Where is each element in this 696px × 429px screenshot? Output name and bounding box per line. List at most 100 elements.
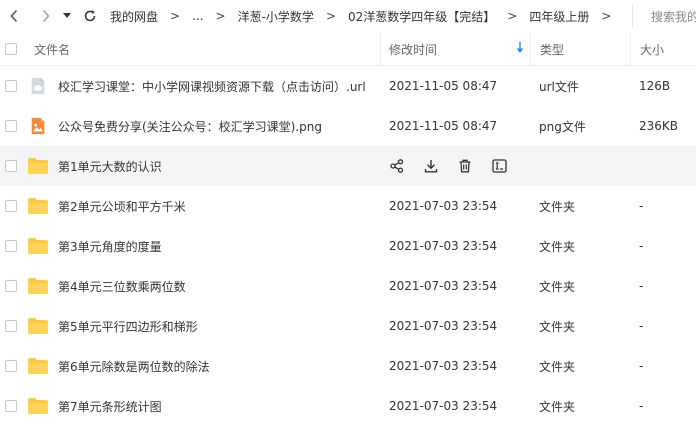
select-all-checkbox[interactable] <box>5 43 17 55</box>
delete-button[interactable] <box>448 159 482 173</box>
folder-icon <box>28 186 48 226</box>
url-file-icon <box>29 66 47 106</box>
sort-desc-icon <box>516 42 524 57</box>
file-row[interactable]: 校汇学习课堂：中小学网课视频资源下载（点击访问）.url 2021-11-05 … <box>0 66 696 106</box>
folder-name[interactable]: 第5单元平行四边形和梯形 <box>58 306 198 346</box>
folder-name[interactable]: 第7单元条形统计图 <box>58 386 162 426</box>
folder-modified: 2021-07-03 23:54 <box>389 199 498 213</box>
refresh-icon <box>84 10 96 22</box>
breadcrumb-separator: > <box>325 9 336 23</box>
folder-name[interactable]: 第1单元大数的认识 <box>58 146 162 186</box>
breadcrumb-separator: > <box>215 9 226 23</box>
folder-name[interactable]: 第4单元三位数乘两位数 <box>58 266 186 306</box>
file-name[interactable]: 公众号免费分享(关注公众号：校汇学习课堂).png <box>58 106 322 146</box>
row-actions <box>380 146 516 186</box>
folder-size: - <box>639 239 644 253</box>
header-size[interactable]: 大小 <box>630 32 696 66</box>
folder-type: 文件夹 <box>539 399 576 414</box>
folder-row[interactable]: 第5单元平行四边形和梯形 2021-07-03 23:54 文件夹 - <box>0 306 696 346</box>
folder-size: - <box>639 279 644 293</box>
row-checkbox[interactable] <box>5 280 17 292</box>
chevron-right-icon <box>42 9 50 23</box>
caret-down-icon <box>63 13 71 18</box>
folder-modified: 2021-07-03 23:54 <box>389 279 498 293</box>
search-input[interactable]: 搜索我的 <box>632 4 696 28</box>
breadcrumb-item[interactable]: 02洋葱数学四年级【完结】 <box>348 8 495 25</box>
folder-modified: 2021-07-03 23:54 <box>389 359 498 373</box>
folder-name[interactable]: 第3单元角度的度量 <box>58 226 162 266</box>
folder-row[interactable]: 第2单元公顷和平方千米 2021-07-03 23:54 文件夹 - <box>0 186 696 226</box>
folder-name[interactable]: 第2单元公顷和平方千米 <box>58 186 186 226</box>
row-checkbox[interactable] <box>5 120 17 132</box>
folder-modified: 2021-07-03 23:54 <box>389 319 498 333</box>
search-placeholder: 搜索我的 <box>651 9 696 24</box>
chevron-left-icon <box>10 9 18 23</box>
row-checkbox[interactable] <box>5 240 17 252</box>
history-dropdown-button[interactable] <box>60 0 74 32</box>
folder-size: - <box>639 199 644 213</box>
row-checkbox[interactable] <box>5 400 17 412</box>
header-name[interactable]: 文件名 <box>34 32 70 66</box>
download-icon <box>424 160 438 173</box>
top-toolbar: 我的网盘 > ... > 洋葱-小学数学 > 02洋葱数学四年级【完结】 > 四… <box>0 0 696 32</box>
folder-row[interactable]: 第6单元除数是两位数的除法 2021-07-03 23:54 文件夹 - <box>0 346 696 386</box>
file-type: url文件 <box>539 79 579 94</box>
row-checkbox[interactable] <box>5 320 17 332</box>
folder-icon <box>28 146 48 186</box>
share-button[interactable] <box>380 159 414 173</box>
folder-icon <box>28 226 48 266</box>
folder-row-hovered[interactable]: 第1单元大数的认识 <box>0 146 696 186</box>
breadcrumb-current[interactable]: 四年级上册 <box>529 8 589 25</box>
folder-row[interactable]: 第4单元三位数乘两位数 2021-07-03 23:54 文件夹 - <box>0 266 696 306</box>
breadcrumb-ellipsis[interactable]: ... <box>192 9 203 23</box>
forward-button[interactable] <box>34 0 58 32</box>
select-all-checkbox-wrap[interactable] <box>5 32 17 66</box>
file-modified: 2021-11-05 08:47 <box>389 79 498 93</box>
breadcrumb-separator: > <box>170 9 181 23</box>
folder-name[interactable]: 第6单元除数是两位数的除法 <box>58 346 210 386</box>
folder-type: 文件夹 <box>539 199 576 214</box>
refresh-button[interactable] <box>78 0 102 32</box>
header-modified-label: 修改时间 <box>389 42 438 57</box>
folder-icon <box>28 306 48 346</box>
folder-size: - <box>639 359 644 373</box>
breadcrumb-separator: > <box>601 9 612 23</box>
header-type[interactable]: 类型 <box>530 32 630 66</box>
download-button[interactable] <box>414 159 448 173</box>
folder-type: 文件夹 <box>539 279 576 294</box>
breadcrumb-root[interactable]: 我的网盘 <box>110 8 158 25</box>
row-checkbox[interactable] <box>5 160 17 172</box>
breadcrumb-separator: > <box>507 9 518 23</box>
folder-row[interactable]: 第3单元角度的度量 2021-07-03 23:54 文件夹 - <box>0 226 696 266</box>
row-checkbox[interactable] <box>5 80 17 92</box>
image-file-icon <box>29 106 47 146</box>
folder-modified: 2021-07-03 23:54 <box>389 399 498 413</box>
file-row[interactable]: 公众号免费分享(关注公众号：校汇学习课堂).png 2021-11-05 08:… <box>0 106 696 146</box>
folder-icon <box>28 266 48 306</box>
file-name[interactable]: 校汇学习课堂：中小学网课视频资源下载（点击访问）.url <box>58 66 366 106</box>
folder-row[interactable]: 第7单元条形统计图 2021-07-03 23:54 文件夹 - <box>0 386 696 426</box>
breadcrumb-item[interactable]: 洋葱-小学数学 <box>238 8 314 25</box>
file-modified: 2021-11-05 08:47 <box>389 119 498 133</box>
folder-type: 文件夹 <box>539 319 576 334</box>
breadcrumb: 我的网盘 > ... > 洋葱-小学数学 > 02洋葱数学四年级【完结】 > 四… <box>110 8 623 25</box>
rename-icon <box>491 159 507 173</box>
folder-modified: 2021-07-03 23:54 <box>389 239 498 253</box>
folder-icon <box>28 346 48 386</box>
file-list-header: 文件名 修改时间 类型 大小 <box>0 32 696 66</box>
row-checkbox[interactable] <box>5 360 17 372</box>
folder-size: - <box>639 319 644 333</box>
header-modified[interactable]: 修改时间 <box>380 32 530 66</box>
share-icon <box>390 159 404 173</box>
file-type: png文件 <box>539 119 586 134</box>
file-size: 126B <box>639 79 671 93</box>
row-checkbox[interactable] <box>5 200 17 212</box>
folder-icon <box>28 386 48 426</box>
folder-type: 文件夹 <box>539 239 576 254</box>
trash-icon <box>459 159 471 173</box>
back-button[interactable] <box>2 0 26 32</box>
rename-button[interactable] <box>482 159 516 173</box>
folder-type: 文件夹 <box>539 359 576 374</box>
file-size: 236KB <box>639 119 679 133</box>
folder-size: - <box>639 399 644 413</box>
